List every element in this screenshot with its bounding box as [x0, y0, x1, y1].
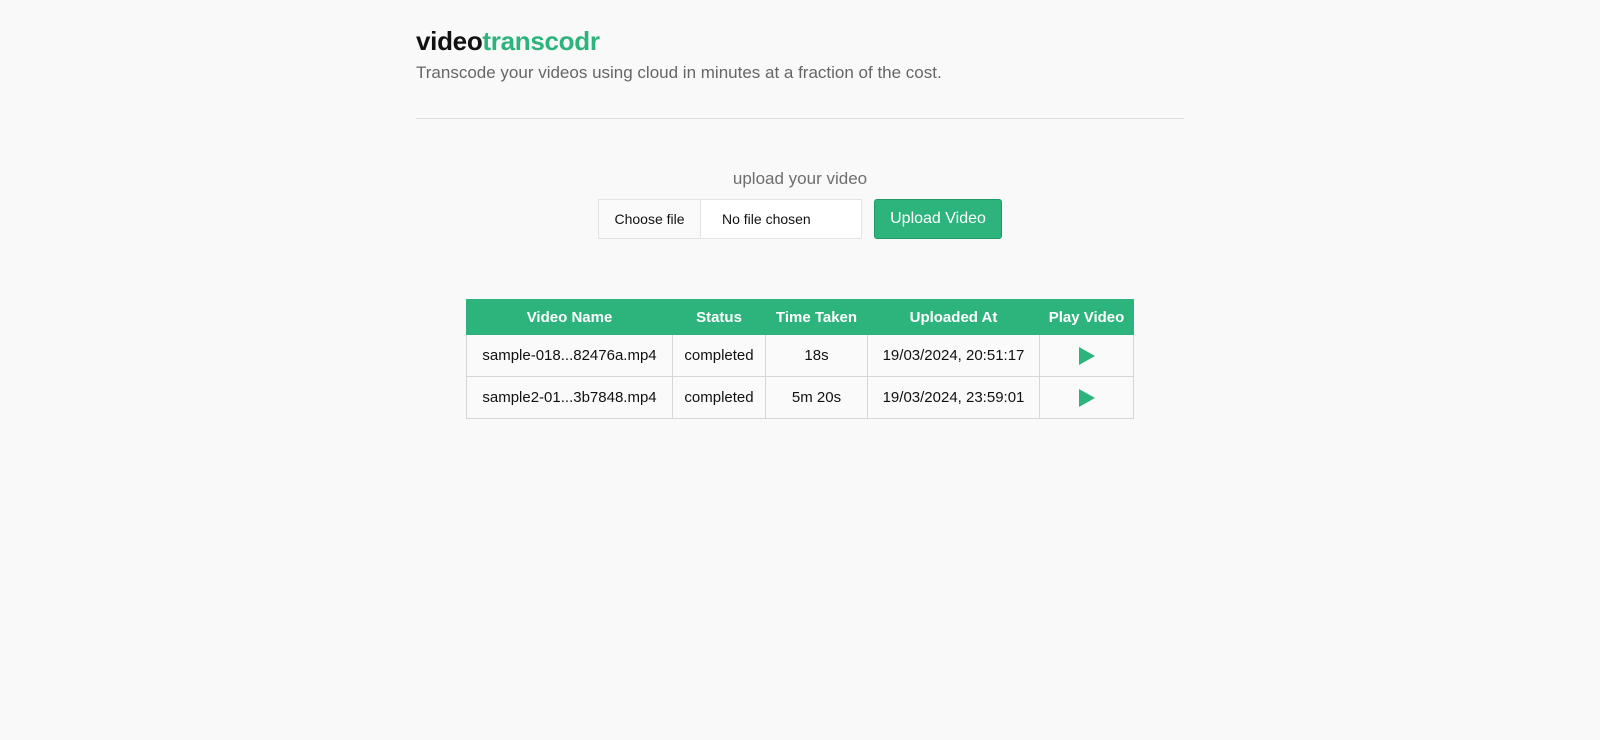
header-uploaded-at: Uploaded At	[867, 299, 1040, 335]
brand-part-1: video	[416, 26, 483, 56]
cell-uploaded-at: 19/03/2024, 23:59:01	[867, 376, 1040, 419]
page-container: videotranscodr Transcode your videos usi…	[416, 0, 1184, 239]
upload-video-button[interactable]: Upload Video	[874, 199, 1002, 239]
cell-time-taken: 18s	[765, 334, 868, 377]
header-time-taken: Time Taken	[765, 299, 868, 335]
cell-video-name: sample2-01...3b7848.mp4	[466, 376, 673, 419]
cell-status: completed	[672, 334, 766, 377]
play-icon[interactable]	[1078, 388, 1095, 407]
cell-play	[1039, 376, 1134, 419]
cell-status: completed	[672, 376, 766, 419]
cell-time-taken: 5m 20s	[765, 376, 868, 419]
upload-label: upload your video	[732, 169, 868, 188]
header-play-video: Play Video	[1039, 299, 1134, 335]
videos-table: Video Name Status Time Taken Uploaded At…	[466, 299, 1134, 419]
choose-file-button[interactable]: Choose file	[599, 200, 701, 238]
table-row: sample-018...82476a.mp4 completed 18s 19…	[466, 334, 1134, 377]
file-input[interactable]: Choose file No file chosen	[598, 199, 862, 239]
divider	[416, 118, 1184, 119]
upload-section: upload your video Choose file No file ch…	[416, 168, 1184, 239]
cell-video-name: sample-018...82476a.mp4	[466, 334, 673, 377]
play-icon[interactable]	[1078, 346, 1095, 365]
brand-part-2: transcodr	[482, 26, 600, 56]
brand-logo: videotranscodr	[416, 26, 1184, 56]
header-video-name: Video Name	[466, 299, 673, 335]
table-row: sample2-01...3b7848.mp4 completed 5m 20s…	[466, 376, 1134, 419]
tagline: Transcode your videos using cloud in min…	[416, 63, 942, 82]
file-status: No file chosen	[722, 211, 811, 227]
table-header-row: Video Name Status Time Taken Uploaded At…	[466, 299, 1134, 335]
cell-play	[1039, 334, 1134, 377]
upload-row: Choose file No file chosen Upload Video	[416, 199, 1184, 239]
cell-uploaded-at: 19/03/2024, 20:51:17	[867, 334, 1040, 377]
header-status: Status	[672, 299, 766, 335]
